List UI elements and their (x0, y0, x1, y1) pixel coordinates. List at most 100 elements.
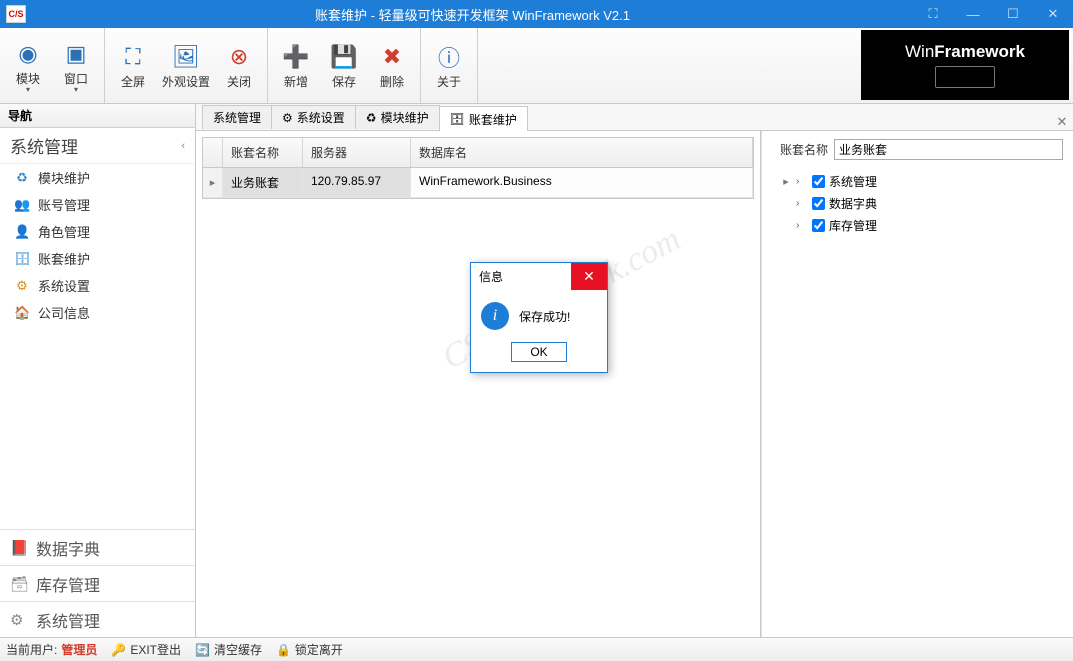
close-circle-icon: ⊗ (223, 41, 255, 73)
expand-icon[interactable]: › (796, 198, 808, 209)
sidebar-section[interactable]: ⚙ 系统管理 (0, 601, 195, 637)
window-button[interactable]: ▣ 窗口 ▾ (52, 34, 100, 98)
nav-item-icon: ♻ (14, 170, 30, 186)
window-minimize-icon[interactable]: — (953, 0, 993, 28)
cell-server[interactable]: 120.79.85.97 (303, 168, 411, 197)
appearance-button[interactable]: 🖼 外观设置 (157, 37, 215, 94)
window-minimize-restore-icon[interactable]: ⛶ (913, 0, 953, 28)
col-server[interactable]: 服务器 (303, 138, 411, 167)
info-icon: i (481, 302, 509, 330)
clear-cache-button[interactable]: 🔄清空缓存 (195, 641, 262, 658)
nav-item-label: 账号管理 (38, 195, 90, 214)
cell-name[interactable]: 业务账套 (223, 168, 303, 197)
ok-button[interactable]: OK (511, 342, 567, 362)
nav-item-icon: 🗄 (14, 251, 30, 267)
sidebar-item[interactable]: 🗄 账套维护 (0, 245, 195, 272)
expand-icon[interactable]: › (796, 176, 808, 187)
col-db[interactable]: 数据库名 (411, 138, 753, 167)
tab-label: 账套维护 (469, 111, 517, 128)
chevron-left-icon: ‹ (181, 140, 185, 152)
detail-panel: 账套名称 ▸›系统管理›数据字典›库存管理 (761, 131, 1073, 637)
tree-item[interactable]: › 数据字典 (772, 192, 1063, 214)
save-icon: 💾 (328, 41, 360, 73)
tab-label: 系统设置 (297, 109, 345, 126)
sidebar-item[interactable]: ⚙ 系统设置 (0, 272, 195, 299)
tree-checkbox[interactable] (812, 175, 825, 188)
module-button[interactable]: ◉ 模块 ▾ (4, 34, 52, 98)
plus-circle-icon: ➕ (280, 41, 312, 73)
about-label: 关于 (437, 73, 461, 90)
section-icon: 📕 (10, 539, 28, 557)
tree-item[interactable]: ▸›系统管理 (772, 170, 1063, 192)
tree-checkbox[interactable] (812, 197, 825, 210)
tab[interactable]: 系统管理 (202, 105, 272, 129)
sidebar-section[interactable]: 📕 数据字典 (0, 529, 195, 565)
dialog-close-icon[interactable]: ✕ (571, 263, 607, 290)
fullscreen-button[interactable]: ⛶ 全屏 (109, 37, 157, 94)
brand-logo: WinFramework (861, 30, 1069, 100)
field-label-name: 账套名称 (772, 141, 828, 158)
dialog-message: 保存成功! (519, 308, 570, 325)
cell-db[interactable]: WinFramework.Business (411, 168, 753, 197)
delete-icon: ✖ (376, 41, 408, 73)
close-tab-button[interactable]: ⊗ 关闭 (215, 37, 263, 94)
tab[interactable]: 🗄账套维护 (439, 106, 528, 131)
fullscreen-label: 全屏 (121, 73, 145, 90)
compass-icon: ◉ (12, 38, 44, 70)
nav-header: 导航 (0, 104, 195, 128)
tab[interactable]: ♻模块维护 (355, 105, 440, 129)
nav-item-icon: ⚙ (14, 278, 30, 294)
lock-button[interactable]: 🔒锁定离开 (276, 641, 343, 658)
current-user: 管理员 (61, 641, 97, 658)
navigation-panel: 导航 系统管理 ‹ ♻模块维护👥账号管理 👤 角色管理 🗄 账套维护 ⚙ 系统设置 🏠公司信息… (0, 104, 196, 637)
image-icon: 🖼 (170, 41, 202, 73)
section-icon: 🗃 (10, 575, 28, 593)
sidebar-item[interactable]: 🏠公司信息 (0, 299, 195, 326)
about-button[interactable]: ⓘ 关于 (425, 37, 473, 94)
section-label: 系统管理 (36, 608, 100, 632)
section-icon: ⚙ (10, 611, 28, 629)
sidebar-section[interactable]: 🗃 库存管理 (0, 565, 195, 601)
row-indicator-icon: ▸ (203, 168, 223, 197)
new-label: 新增 (284, 73, 308, 90)
main-toolbar: ◉ 模块 ▾ ▣ 窗口 ▾ ⛶ 全屏 🖼 外观设置 ⊗ 关闭 ➕ 新增 💾 (0, 28, 1073, 104)
nav-item-label: 角色管理 (38, 222, 90, 241)
expand-icon[interactable]: › (796, 220, 808, 231)
nav-item-label: 公司信息 (38, 303, 90, 322)
title-bar: C/S 账套维护 - 轻量级可快速开发框架 WinFramework V2.1 … (0, 0, 1073, 28)
nav-item-label: 账套维护 (38, 249, 90, 268)
nav-item-icon: 👤 (14, 224, 30, 240)
delete-button[interactable]: ✖ 删除 (368, 37, 416, 94)
sidebar-item[interactable]: 👥账号管理 (0, 191, 195, 218)
exit-button[interactable]: 🔑EXIT登出 (111, 641, 181, 658)
tree-checkbox[interactable] (812, 219, 825, 232)
nav-item-label: 系统设置 (38, 276, 90, 295)
tab[interactable]: ⚙ 系统设置 (271, 105, 356, 129)
window-title: 账套维护 - 轻量级可快速开发框架 WinFramework V2.1 (32, 5, 913, 24)
tree-label: 数据字典 (829, 195, 877, 212)
section-label: 数据字典 (36, 536, 100, 560)
info-icon: ⓘ (433, 41, 465, 73)
row-indicator-icon: ▸ (780, 175, 792, 188)
save-button[interactable]: 💾 保存 (320, 37, 368, 94)
dataset-name-input[interactable] (834, 139, 1063, 160)
window-close-icon[interactable]: ✕ (1033, 0, 1073, 28)
sidebar-item[interactable]: ♻模块维护 (0, 164, 195, 191)
section-label: 库存管理 (36, 572, 100, 596)
close-label: 关闭 (227, 73, 251, 90)
tree-item[interactable]: ›库存管理 (772, 214, 1063, 236)
tab-icon: ⚙ (282, 111, 293, 125)
fullscreen-icon: ⛶ (117, 41, 149, 73)
col-name[interactable]: 账套名称 (223, 138, 303, 167)
nav-section-system[interactable]: 系统管理 ‹ (0, 128, 195, 164)
appearance-label: 外观设置 (162, 73, 210, 90)
tab-close-icon[interactable]: ✕ (1051, 114, 1073, 130)
refresh-icon: 🔄 (195, 643, 210, 657)
table-row[interactable]: ▸ 业务账套 120.79.85.97 WinFramework.Busines… (203, 168, 753, 198)
window-maximize-icon[interactable]: ☐ (993, 0, 1033, 28)
new-button[interactable]: ➕ 新增 (272, 37, 320, 94)
sidebar-item[interactable]: 👤 角色管理 (0, 218, 195, 245)
tab-icon: ♻ (366, 111, 377, 125)
dialog-title: 信息 (471, 268, 571, 285)
chevron-down-icon: ▾ (26, 85, 30, 94)
